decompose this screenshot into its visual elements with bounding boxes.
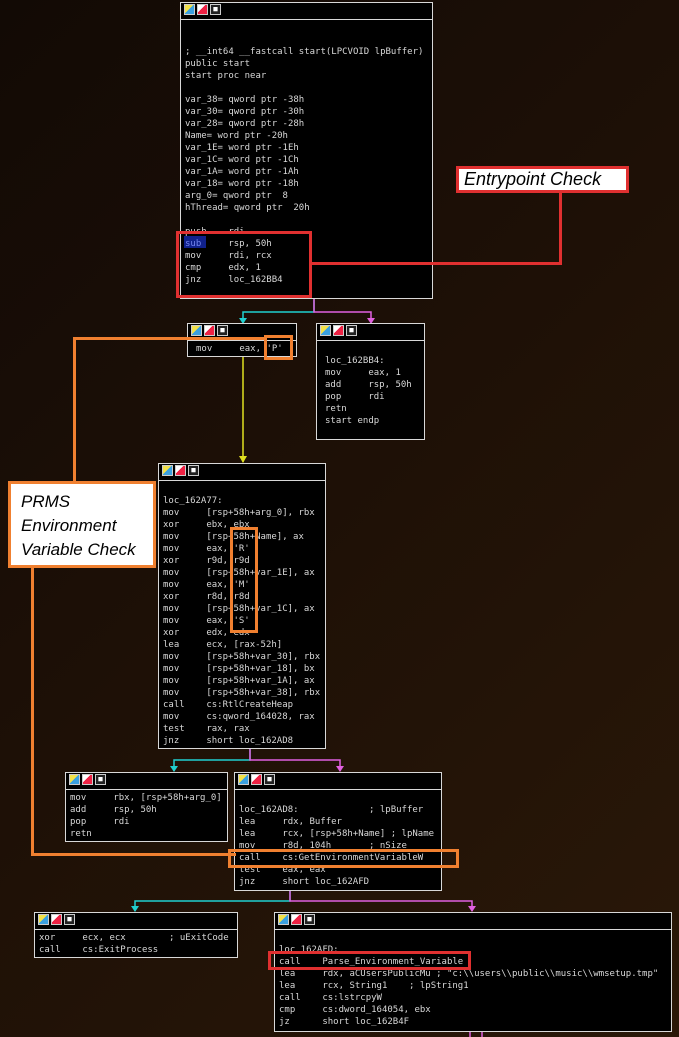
node-code: xor ecx, ecx ; uExitCode call cs:ExitPro… — [35, 930, 237, 958]
node-toolbar: ■ — [35, 913, 237, 930]
callout-text: Entrypoint Check — [464, 169, 602, 189]
graph-node-loc-162afd[interactable]: ■ loc_162AFD: call Parse_Environment_Var… — [274, 912, 672, 1032]
edit-icon[interactable] — [291, 914, 302, 925]
graph-icon[interactable]: ■ — [304, 914, 315, 925]
entrypoint-callout: Entrypoint Check — [456, 166, 629, 193]
parse-env-highlight-box — [268, 951, 471, 970]
entrypoint-connector — [311, 190, 562, 265]
char-p-highlight-box — [264, 335, 293, 360]
graph-icon[interactable]: ■ — [217, 325, 228, 336]
callout-text-line: PRMS — [21, 492, 71, 511]
color-icon[interactable] — [320, 325, 331, 336]
node-toolbar: ■ — [235, 773, 441, 790]
edit-icon[interactable] — [251, 774, 262, 785]
code-line: retn — [325, 404, 347, 414]
edit-icon[interactable] — [51, 914, 62, 925]
graph-icon[interactable]: ■ — [210, 4, 221, 15]
node-toolbar: ■ — [317, 324, 424, 341]
code-line: loc_162A77: — [163, 496, 223, 506]
code-line: lea rdx, Buffer — [239, 817, 342, 827]
graph-icon[interactable]: ■ — [264, 774, 275, 785]
code-line: var_1C= word ptr -1Ch — [185, 155, 299, 165]
code-line: lea rcx, String1 ; lpString1 — [279, 981, 469, 991]
code-line: public start — [185, 59, 251, 69]
graph-icon[interactable]: ■ — [64, 914, 75, 925]
callout-text-line: Variable Check — [21, 540, 136, 559]
getenv-highlight-box — [228, 849, 459, 868]
entrypoint-highlight-box — [176, 231, 312, 298]
color-icon[interactable] — [278, 914, 289, 925]
code-line: xor ecx, ecx ; uExitCode — [39, 933, 229, 943]
edit-icon[interactable] — [197, 4, 208, 15]
code-line: start proc near — [185, 71, 267, 81]
graph-node-exit[interactable]: ■ xor ecx, ecx ; uExitCode call cs:ExitP… — [34, 912, 238, 958]
code-line: call cs:ExitProcess — [39, 945, 159, 955]
code-line: Name= word ptr -20h — [185, 131, 288, 141]
code-line: var_1A= word ptr -1Ah — [185, 167, 299, 177]
code-line: lea rcx, [rsp+58h+Name] ; lpName — [239, 829, 435, 839]
code-line: loc_162BB4: — [325, 356, 385, 366]
code-line: pop rdi — [325, 392, 385, 402]
graph-icon[interactable]: ■ — [346, 325, 357, 336]
graph-node-loc-162bb4[interactable]: ■ loc_162BB4: mov eax, 1 add rsp, 50h po… — [316, 323, 425, 440]
prms-callout: PRMS Environment Variable Check — [8, 481, 156, 568]
code-line: var_28= qword ptr -28h — [185, 119, 305, 129]
code-line: jz short loc_162B4F — [279, 1017, 410, 1027]
getenv-connector — [31, 565, 236, 856]
node-toolbar: ■ — [181, 3, 432, 20]
edit-icon[interactable] — [333, 325, 344, 336]
code-line: start endp — [325, 416, 380, 426]
node-code: loc_162AD8: ; lpBuffer lea rdx, Buffer l… — [235, 790, 441, 890]
code-line: mov eax, 1 — [325, 368, 401, 378]
node-code: loc_162AFD: call Parse_Environment_Varia… — [275, 930, 671, 1030]
code-line: var_1E= word ptr -1Eh — [185, 143, 299, 153]
code-line: var_18= word ptr -18h — [185, 179, 299, 189]
color-icon[interactable] — [238, 774, 249, 785]
code-line: loc_162AD8: ; lpBuffer — [239, 805, 424, 815]
code-line: add rsp, 50h — [325, 380, 412, 390]
color-icon[interactable] — [184, 4, 195, 15]
code-line: var_30= qword ptr -30h — [185, 107, 305, 117]
code-line: call cs:lstrcpyW — [279, 993, 382, 1003]
graph-node-loc-162ad8[interactable]: ■ loc_162AD8: ; lpBuffer lea rdx, Buffer… — [234, 772, 442, 891]
code-line: ; __int64 __fastcall start(LPCVOID lpBuf… — [185, 47, 424, 57]
code-line: mov [rsp+58h+arg_0], rbx — [163, 508, 315, 518]
code-line: var_38= qword ptr -38h — [185, 95, 305, 105]
node-toolbar: ■ — [275, 913, 671, 930]
callout-text-line: Environment — [21, 516, 117, 535]
prms-connector — [73, 337, 266, 483]
color-icon[interactable] — [38, 914, 49, 925]
code-line: cmp cs:dword_164054, ebx — [279, 1005, 431, 1015]
color-icon[interactable] — [191, 325, 202, 336]
node-code: loc_162BB4: mov eax, 1 add rsp, 50h pop … — [317, 341, 424, 429]
edit-icon[interactable] — [204, 325, 215, 336]
code-line: jnz short loc_162AFD — [239, 877, 370, 887]
